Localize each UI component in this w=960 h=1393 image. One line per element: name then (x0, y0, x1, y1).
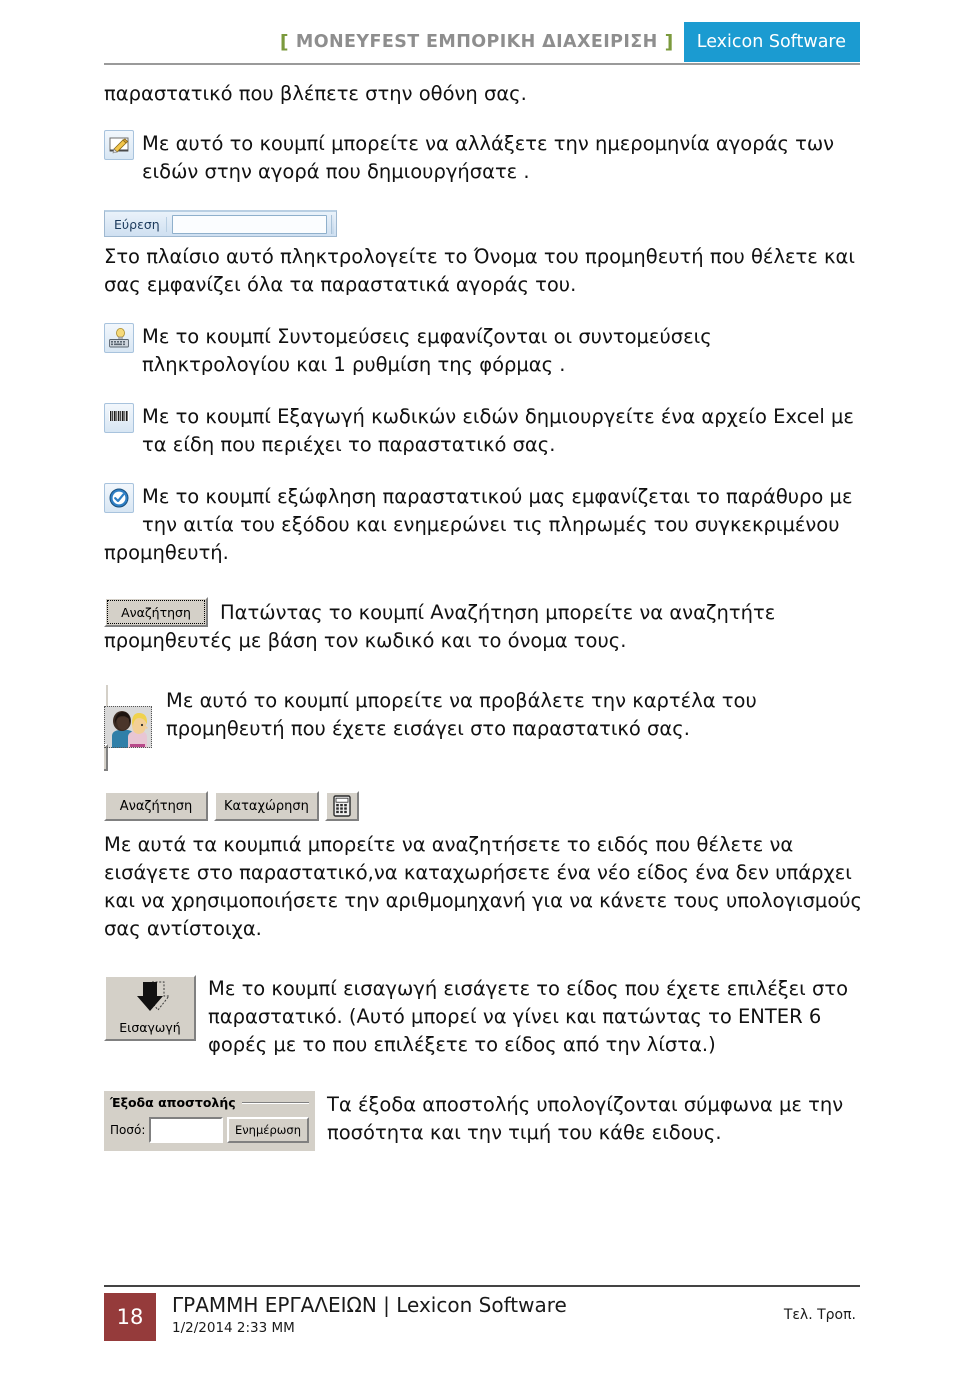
header-title-group: [ MONEYFEST ΕΜΠΟΡΙΚΗ ΔΙΑΧΕΙΡΙΣΗ ] Lexico… (104, 22, 860, 62)
edit-pencil-icon[interactable] (104, 130, 134, 160)
amount-input[interactable] (149, 1117, 223, 1143)
footer-row: 18 ΓΡΑΜΜΗ ΕΡΓΑΛΕΙΩΝ | Lexicon Software 1… (104, 1293, 860, 1341)
calculator-button[interactable] (324, 791, 359, 821)
footer-date: 1/2/2014 2:33 ΜΜ (172, 1320, 295, 1336)
search-button[interactable]: Αναζήτηση (104, 791, 208, 821)
section-edit-date-text: Με αυτό το κουμπί μπορείτε να αλλάξετε τ… (142, 132, 835, 183)
section-import-item-text: Με το κουμπί εισαγωγή εισάγετε το είδος … (208, 977, 848, 1056)
import-button[interactable]: Εισαγωγή (104, 975, 196, 1041)
document-content: παραστατικό που βλέπετε στην οθόνη σας. … (104, 80, 864, 1153)
groupbox-legend: Έξοδα αποστολής (110, 1095, 236, 1110)
bracket-right-icon: ] (664, 31, 674, 53)
footer-divider (104, 1285, 860, 1287)
document-title-text: MONEYFEST ΕΜΠΟΡΙΚΗ ΔΙΑΧΕΙΡΙΣΗ (295, 32, 658, 52)
section-find: Εύρεση Στο πλαίσιο αυτό πληκτρολογείτε τ… (104, 210, 864, 299)
section-shortcuts-text: Με το κουμπί Συντομεύσεις εμφανίζονται ο… (142, 325, 712, 376)
shipping-costs-groupbox: Έξοδα αποστολής Ποσό: Ενημέρωση (104, 1091, 315, 1151)
section-supplier-card-text: Με αυτό το κουμπί μπορείτε να προβάλετε … (166, 689, 757, 740)
search-button-wrap: Αναζήτηση (104, 597, 208, 627)
section-find-text: Στο πλαίσιο αυτό πληκτρολογείτε το Όνομα… (104, 245, 855, 296)
amount-field-row: Ποσό: Ενημέρωση (110, 1117, 309, 1143)
search-button[interactable]: Αναζήτηση (104, 597, 208, 627)
section-supplier-card: Με αυτό το κουμπί μπορείτε να προβάλετε … (104, 683, 864, 771)
section-export-codes-text: Με το κουμπί Εξαγωγή κωδικών ειδών δημιο… (142, 405, 854, 456)
down-arrow-icon (137, 981, 171, 1011)
amount-field-label: Ποσό: (110, 1123, 146, 1137)
supplier-card-button[interactable] (104, 683, 152, 771)
section-export-codes: Με το κουμπί Εξαγωγή κωδικών ειδών δημιο… (104, 403, 864, 459)
keyboard-shortcuts-icon[interactable] (104, 323, 134, 353)
import-button-wrap: Εισαγωγή (104, 975, 196, 1041)
supplier-card-button-wrap (104, 683, 152, 771)
find-toolbar[interactable]: Εύρεση (104, 210, 337, 237)
find-toolbar-label: Εύρεση (107, 216, 167, 232)
calculator-icon (333, 795, 351, 817)
section-import-item: Εισαγωγή Με το κουμπί εισαγωγή εισάγετε … (104, 975, 864, 1059)
section-shipping-costs: Έξοδα αποστολής Ποσό: Ενημέρωση Τα έξοδα… (104, 1091, 864, 1151)
footer-text-group: ΓΡΑΜΜΗ ΕΡΓΑΛΕΙΩΝ | Lexicon Software 1/2/… (172, 1293, 784, 1337)
toolbar-grip-handle[interactable] (331, 214, 334, 234)
register-button[interactable]: Καταχώρηση (214, 791, 319, 821)
section-settle-invoice-text: Με το κουμπί εξώφληση παραστατικού μας ε… (104, 485, 853, 564)
bracket-left-icon: [ (279, 31, 289, 53)
intro-paragraph: παραστατικό που βλέπετε στην οθόνη σας. (104, 82, 527, 105)
section-search-suppliers: Αναζήτηση Πατώντας το κουμπί Αναζήτηση μ… (104, 597, 864, 655)
update-button[interactable]: Ενημέρωση (226, 1117, 309, 1143)
footer-last-modified-label: Τελ. Τροπ. (783, 1307, 856, 1323)
check-circle-icon[interactable] (104, 483, 134, 513)
footer-title: ΓΡΑΜΜΗ ΕΡΓΑΛΕΙΩΝ | Lexicon Software (172, 1293, 567, 1317)
header-divider (104, 63, 860, 65)
brand-badge: Lexicon Software (683, 22, 860, 62)
import-button-label: Εισαγωγή (119, 1020, 181, 1035)
document-title: [ MONEYFEST ΕΜΠΟΡΙΚΗ ΔΙΑΧΕΙΡΙΣΗ ] (280, 22, 684, 62)
item-actions-toolbar: Αναζήτηση Καταχώρηση (104, 791, 864, 821)
section-shortcuts: Με το κουμπί Συντομεύσεις εμφανίζονται ο… (104, 323, 864, 379)
find-input[interactable] (171, 214, 327, 234)
barcode-icon[interactable] (104, 403, 134, 433)
section-edit-date: Με αυτό το κουμπί μπορείτε να αλλάξετε τ… (104, 130, 864, 186)
page-number-badge: 18 (104, 1293, 156, 1341)
people-icon (104, 706, 152, 748)
shipping-costs-groupbox-wrap: Έξοδα αποστολής Ποσό: Ενημέρωση (104, 1091, 315, 1151)
section-settle-invoice: Με το κουμπί εξώφληση παραστατικού μας ε… (104, 483, 864, 567)
page-header: [ MONEYFEST ΕΜΠΟΡΙΚΗ ΔΙΑΧΕΙΡΙΣΗ ] Lexico… (0, 0, 960, 72)
groupbox-header: Έξοδα αποστολής (110, 1095, 309, 1110)
section-search-suppliers-text: Πατώντας το κουμπί Αναζήτηση μπορείτε να… (104, 601, 776, 652)
section-item-actions: Αναζήτηση Καταχώρηση Με αυτά τα κουμπιά … (104, 791, 864, 943)
groupbox-divider (241, 1101, 309, 1104)
section-item-actions-text: Με αυτά τα κουμπιά μπορείτε να αναζητήσε… (104, 833, 862, 940)
